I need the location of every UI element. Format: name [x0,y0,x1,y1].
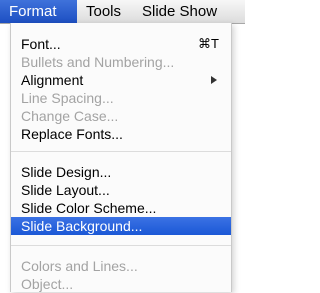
menu-item-label: Line Spacing... [21,90,114,106]
menu-item-slide-design[interactable]: Slide Design... [11,163,231,181]
menu-item-label: Slide Design... [21,164,112,180]
menu-item-replace-fonts[interactable]: Replace Fonts... [11,125,231,143]
menu-slide-show[interactable]: Slide Show [142,0,217,23]
menu-bar: Format Tools Slide Show [0,0,245,24]
menu-item-line-spacing[interactable]: Line Spacing... [11,89,231,107]
menu-item-slide-layout[interactable]: Slide Layout... [11,181,231,199]
menu-item-label: Font... [21,36,61,52]
menu-item-label: Colors and Lines... [21,258,138,274]
menu-item-label: Alignment [21,72,84,88]
menu-item-label: Change Case... [21,108,119,124]
menu-separator [11,245,231,246]
submenu-arrow-icon [211,76,217,84]
menu-item-label: Slide Layout... [21,182,110,198]
menu-item-label: Slide Background... [21,218,143,234]
menu-item-bullets-and-numbering[interactable]: Bullets and Numbering... [11,53,231,71]
menu-format[interactable]: Format [0,0,77,23]
menu-separator [11,151,231,152]
menu-item-label: Object... [21,276,74,292]
menu-item-label: Bullets and Numbering... [21,54,175,70]
menu-item-label: Replace Fonts... [21,126,123,142]
shortcut-label: ⌘T [198,36,219,51]
menu-item-alignment[interactable]: Alignment [11,71,231,89]
menu-item-slide-color-scheme[interactable]: Slide Color Scheme... [11,199,231,217]
menu-tools[interactable]: Tools [86,0,121,23]
menu-item-slide-background[interactable]: Slide Background... [11,217,231,235]
menu-item-label: Slide Color Scheme... [21,200,157,216]
format-dropdown-menu: Font... ⌘T Bullets and Numbering... Alig… [10,23,232,292]
menu-item-font[interactable]: Font... ⌘T [11,35,231,53]
menu-item-colors-and-lines[interactable]: Colors and Lines... [11,257,231,275]
menu-item-change-case[interactable]: Change Case... [11,107,231,125]
menu-item-object[interactable]: Object... [11,275,231,293]
